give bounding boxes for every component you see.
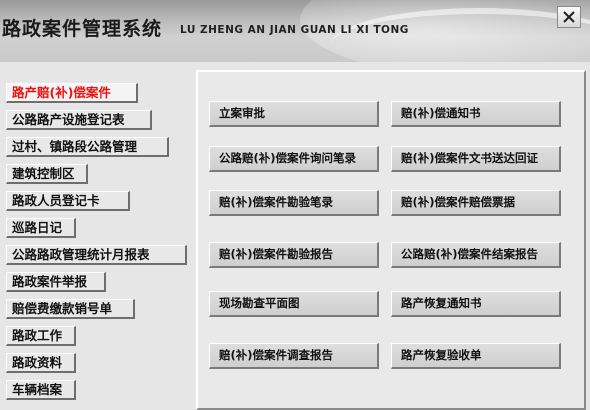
compensation-receipt-button[interactable]: 赔(补)偿案件赔偿票据 xyxy=(391,190,561,216)
nav-item-building-control-zone[interactable]: 建筑控制区 xyxy=(6,164,88,184)
nav-item-vehicle-records[interactable]: 车辆档案 xyxy=(6,380,76,400)
compensation-notice-button[interactable]: 赔(补)偿通知书 xyxy=(391,101,561,127)
nav-item-monthly-report[interactable]: 公路路政管理统计月报表 xyxy=(6,245,187,265)
nav-item-case-reports[interactable]: 路政案件举报 xyxy=(6,272,106,292)
inspection-report-button[interactable]: 赔(补)偿案件勘验报告 xyxy=(209,242,379,268)
close-icon xyxy=(563,11,575,23)
header-banner: 路政案件管理系统 LU ZHENG AN JIAN GUAN LI XI TON… xyxy=(0,0,590,62)
nav-item-road-documents[interactable]: 路政资料 xyxy=(6,353,76,373)
app-title: 路政案件管理系统 xyxy=(2,18,163,40)
case-approval-button[interactable]: 立案审批 xyxy=(209,101,379,127)
nav-item-road-property-registry[interactable]: 公路路产设施登记表 xyxy=(6,110,152,130)
nav-item-staff-registration[interactable]: 路政人员登记卡 xyxy=(6,191,130,211)
restoration-acceptance-button[interactable]: 路产恢复验收单 xyxy=(391,343,561,369)
close-button[interactable] xyxy=(557,6,581,28)
restoration-notice-button[interactable]: 路产恢复通知书 xyxy=(391,291,561,317)
site-plan-button[interactable]: 现场勘查平面图 xyxy=(209,291,379,317)
investigation-report-button[interactable]: 赔(补)偿案件调查报告 xyxy=(209,343,379,369)
nav-item-village-road-management[interactable]: 过村、镇路段公路管理 xyxy=(6,137,169,157)
nav-item-road-work[interactable]: 路政工作 xyxy=(6,326,76,346)
delivery-receipt-button[interactable]: 赔(补)偿案件文书送达回证 xyxy=(391,146,561,172)
nav-item-patrol-diary[interactable]: 巡路日记 xyxy=(6,218,76,238)
inquiry-record-button[interactable]: 公路赔(补)偿案件询问笔录 xyxy=(209,146,379,172)
nav-item-compensation-cases[interactable]: 路产赔(补)偿案件 xyxy=(6,83,138,103)
app-title-pinyin: LU ZHENG AN JIAN GUAN LI XI TONG xyxy=(180,24,409,36)
nav-item-payment-cancellation[interactable]: 赔偿费缴款销号单 xyxy=(6,299,135,319)
inspection-record-button[interactable]: 赔(补)偿案件勘验笔录 xyxy=(209,190,379,216)
case-closure-report-button[interactable]: 公路赔(补)偿案件结案报告 xyxy=(391,242,561,268)
